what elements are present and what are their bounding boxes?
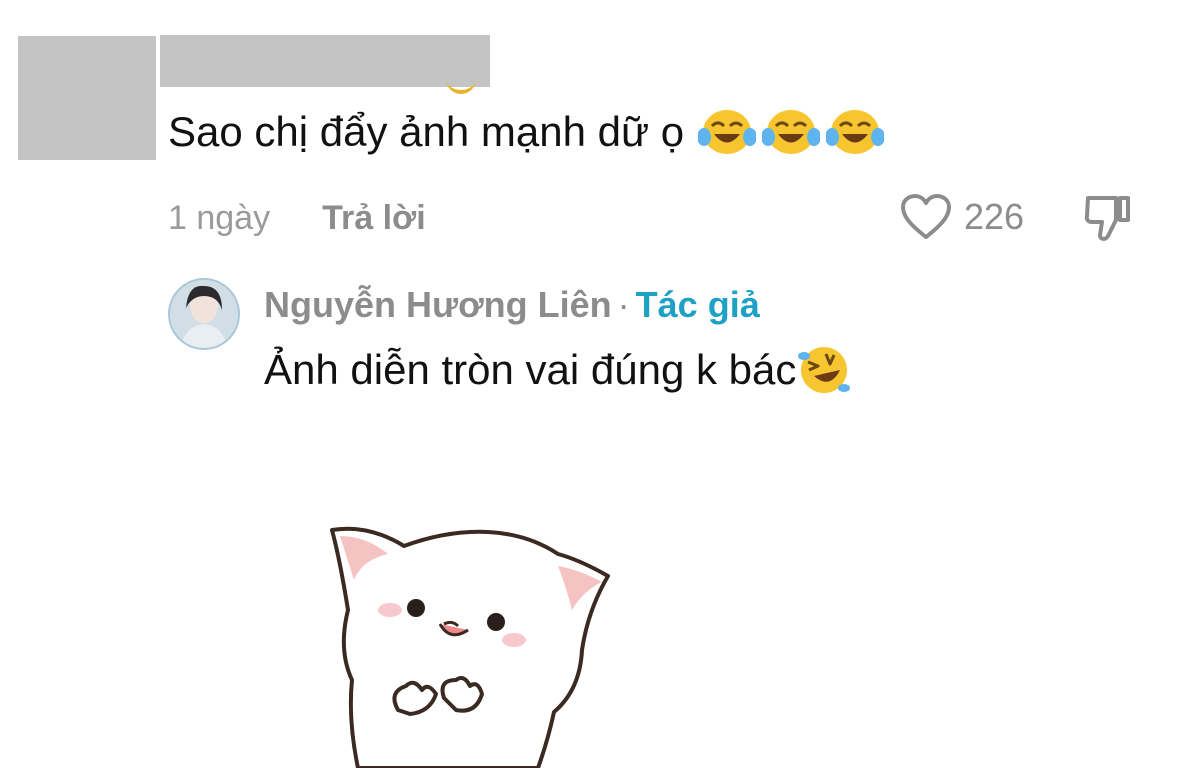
author-badge: Tác giả xyxy=(635,284,760,325)
reply-header: Nguyễn Hương Liên · Tác giả xyxy=(264,282,760,328)
reply-button[interactable]: Trả lời xyxy=(322,199,426,238)
redacted-username xyxy=(160,35,490,87)
author-name[interactable]: Nguyễn Hương Liên xyxy=(264,284,612,325)
cat-sticker xyxy=(330,526,610,768)
thumbs-down-outline-icon[interactable] xyxy=(1080,190,1136,246)
reply-body: Ảnh diễn tròn vai đúng k bác xyxy=(264,342,852,398)
partial-emoji xyxy=(446,76,476,94)
separator-dot: · xyxy=(617,284,630,325)
tears-of-joy-emoji-icon xyxy=(698,110,757,154)
tears-of-joy-emoji-icon xyxy=(762,110,821,154)
comment-text: Sao chị đẩy ảnh mạnh dữ ọ xyxy=(168,108,685,155)
comment-timestamp: 1 ngày xyxy=(168,198,271,237)
rolling-laughing-emoji-icon xyxy=(798,347,851,393)
author-avatar[interactable] xyxy=(168,278,240,350)
tears-of-joy-emoji-icon xyxy=(826,110,885,154)
redacted-avatar xyxy=(18,36,156,160)
comment-meta: 1 ngày Trả lời xyxy=(168,196,426,240)
comment-body: Sao chị đẩy ảnh mạnh dữ ọ xyxy=(168,106,885,158)
like-count: 226 xyxy=(964,196,1025,237)
like-button[interactable]: 226 xyxy=(900,190,1024,244)
heart-outline-icon[interactable] xyxy=(900,193,952,241)
reply-text: Ảnh diễn tròn vai đúng k bác xyxy=(264,346,797,393)
author-avatar-image xyxy=(168,278,240,350)
comment-emoji-group xyxy=(698,107,885,157)
